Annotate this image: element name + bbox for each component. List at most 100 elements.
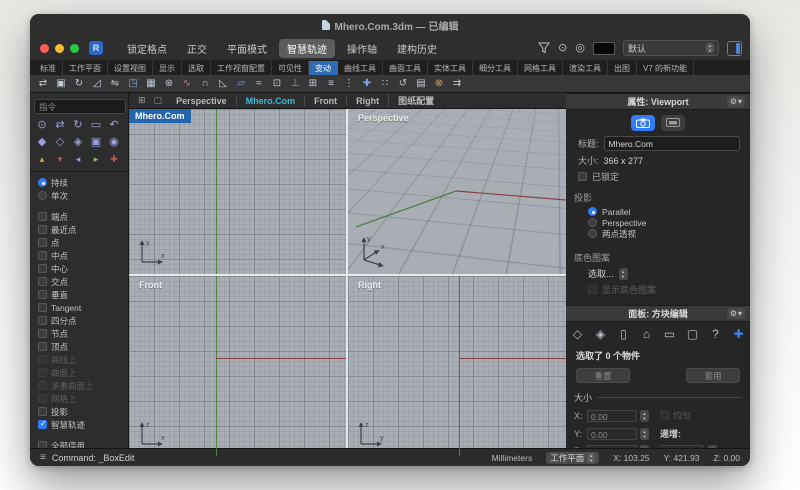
- mirror-icon[interactable]: ⇋: [108, 77, 122, 91]
- materials-panel-icon[interactable]: ◈: [593, 327, 608, 342]
- ribbon-tab[interactable]: 曲线工具: [338, 61, 383, 75]
- distribute-icon[interactable]: ⋮: [342, 77, 356, 91]
- pan-view-icon[interactable]: ⇄: [52, 118, 68, 133]
- viewport-tab[interactable]: Front: [304, 96, 346, 106]
- osnap-mode-radio[interactable]: 单次: [30, 189, 128, 202]
- rotate-view-icon[interactable]: ↻: [70, 118, 86, 133]
- osnap-checkbox-row[interactable]: 顶点: [30, 340, 128, 353]
- shaded-cube-icon[interactable]: ◆: [34, 135, 50, 150]
- drag-icon[interactable]: ⇉: [450, 77, 464, 91]
- display-tab-button[interactable]: [661, 115, 685, 131]
- copy-icon[interactable]: ▣: [54, 77, 68, 91]
- osnap-checkbox-row[interactable]: 点: [30, 236, 128, 249]
- projection-radio[interactable]: Perspective: [588, 217, 750, 228]
- disable-all-row[interactable]: 全部停用: [30, 439, 128, 448]
- cage-edit-icon[interactable]: ⊞: [306, 77, 320, 91]
- cplane-icon[interactable]: ▾: [52, 152, 68, 167]
- ribbon-tab[interactable]: 显示: [153, 61, 182, 75]
- ribbon-tab[interactable]: 网格工具: [518, 61, 563, 75]
- osnap-checkbox-row[interactable]: 节点: [30, 327, 128, 340]
- osnap-checkbox-row[interactable]: 最近点: [30, 223, 128, 236]
- help-panel-icon[interactable]: ?: [708, 327, 723, 342]
- ribbon-tab[interactable]: 实体工具: [428, 61, 473, 75]
- osnap-checkbox-row[interactable]: 智慧轨迹: [30, 418, 128, 431]
- camera-tab-button[interactable]: [631, 115, 655, 131]
- zoom-button[interactable]: [70, 44, 79, 53]
- notes-panel-icon[interactable]: ▯: [616, 327, 631, 342]
- ghosted-cube-icon[interactable]: ◈: [70, 135, 86, 150]
- viewport-front[interactable]: Front z x: [129, 276, 346, 456]
- toolbar-toggle[interactable]: 建构历史: [389, 39, 445, 58]
- xray-cube-icon[interactable]: ◉: [106, 135, 122, 150]
- viewport-grid-icon[interactable]: ⊞: [135, 95, 149, 106]
- command-prompt[interactable]: Command: _BoxEdit: [52, 453, 135, 463]
- blend-icon[interactable]: ⊗: [432, 77, 446, 91]
- project-icon[interactable]: ⊥: [288, 77, 302, 91]
- reset-button[interactable]: 重置: [576, 368, 630, 383]
- osnap-checkbox-row[interactable]: 投影: [30, 405, 128, 418]
- command-search-input[interactable]: [34, 99, 126, 114]
- camera-view-icon[interactable]: ▸: [88, 152, 104, 167]
- ribbon-tab[interactable]: 选取: [182, 61, 211, 75]
- osnap-checkbox-row[interactable]: 中心: [30, 262, 128, 275]
- viewport-label[interactable]: Perspective: [352, 111, 415, 125]
- rotate-icon[interactable]: ↻: [72, 77, 86, 91]
- osnap-checkbox-row[interactable]: 曲面上: [30, 366, 128, 379]
- wireframe-cube-icon[interactable]: ◇: [52, 135, 68, 150]
- ribbon-tab[interactable]: 工作视窗配置: [211, 61, 272, 75]
- ribbon-tab[interactable]: 可见性: [272, 61, 309, 75]
- viewport-perspective[interactable]: Perspective y x: [348, 109, 566, 274]
- viewport-tab[interactable]: Perspective: [167, 96, 236, 106]
- size-x-stepper[interactable]: [640, 410, 649, 422]
- orient-icon[interactable]: ◳: [126, 77, 140, 91]
- shear-icon[interactable]: ▱: [234, 77, 248, 91]
- viewport-title-field[interactable]: [604, 136, 740, 151]
- smash-icon[interactable]: ⊡: [270, 77, 284, 91]
- set-view-icon[interactable]: ▴: [34, 152, 50, 167]
- projection-radio[interactable]: 两点透视: [588, 228, 750, 239]
- named-view-icon[interactable]: ◂: [70, 152, 86, 167]
- osnap-checkbox-row[interactable]: 中点: [30, 249, 128, 262]
- viewport-top[interactable]: Mhero.Com y x: [129, 109, 346, 274]
- rendered-cube-icon[interactable]: ▣: [88, 135, 104, 150]
- projection-radio[interactable]: Parallel: [588, 206, 750, 217]
- monitor-panel-icon[interactable]: ▢: [685, 327, 700, 342]
- viewport-tab[interactable]: Mhero.Com: [236, 96, 305, 106]
- wallpaper-stepper[interactable]: [619, 268, 628, 280]
- gradient-icon[interactable]: ▤: [414, 77, 428, 91]
- toolbar-toggle[interactable]: 操作轴: [339, 39, 385, 58]
- sidebar-toggle-icon[interactable]: [727, 41, 742, 56]
- ribbon-tab[interactable]: 曲面工具: [383, 61, 428, 75]
- cplane-selector[interactable]: 工作平面: [546, 452, 599, 464]
- hamburger-menu-icon[interactable]: ≡: [40, 452, 46, 463]
- set-points-icon[interactable]: ∷: [378, 77, 392, 91]
- size-x-field[interactable]: 0.00: [587, 410, 637, 422]
- toolbar-toggle[interactable]: 智慧轨迹: [279, 39, 335, 58]
- gear-menu-button[interactable]: ⚙▾: [727, 96, 745, 107]
- viewport-tab[interactable]: Right: [346, 96, 388, 106]
- zoom-window-icon[interactable]: ▭: [88, 118, 104, 133]
- ribbon-tab[interactable]: 标准: [34, 61, 63, 75]
- apply-button[interactable]: 套用: [686, 368, 740, 383]
- locked-row[interactable]: 已锁定: [566, 167, 750, 183]
- osnap-checkbox-row[interactable]: 网格上: [30, 392, 128, 405]
- display-panel-icon[interactable]: ▭: [662, 327, 677, 342]
- flow-along-curve-icon[interactable]: ≈: [252, 77, 266, 91]
- target-icon[interactable]: ◎: [575, 43, 585, 54]
- gear-menu-button[interactable]: ⚙▾: [727, 308, 745, 319]
- bend-icon[interactable]: ∩: [198, 77, 212, 91]
- ribbon-tab[interactable]: V7 的新功能: [637, 61, 694, 75]
- ribbon-tab[interactable]: 渲染工具: [563, 61, 608, 75]
- selection-filter-icon[interactable]: [538, 42, 550, 54]
- grid-toggle-icon[interactable]: ✚: [106, 152, 122, 167]
- color-swatch[interactable]: [593, 42, 615, 55]
- undo-view-icon[interactable]: ↶: [106, 118, 122, 133]
- toolbar-toggle[interactable]: 锁定格点: [119, 39, 175, 58]
- history-icon[interactable]: ↺: [396, 77, 410, 91]
- osnap-checkbox-row[interactable]: 多重曲面上: [30, 379, 128, 392]
- osnap-checkbox-row[interactable]: Tangent: [30, 301, 128, 314]
- osnap-checkbox-row[interactable]: 端点: [30, 210, 128, 223]
- toolbar-toggle[interactable]: 正交: [179, 39, 215, 58]
- zoom-lens-icon[interactable]: ⊙: [34, 118, 50, 133]
- close-button[interactable]: [40, 44, 49, 53]
